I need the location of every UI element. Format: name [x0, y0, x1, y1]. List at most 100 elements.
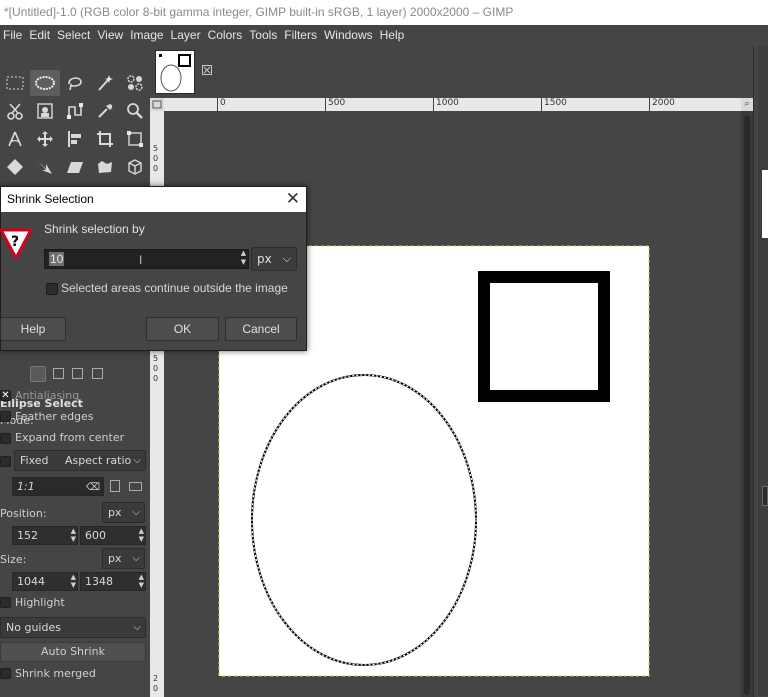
3d-transform-icon[interactable]	[120, 154, 150, 180]
expand-from-center-label: Expand from center	[15, 431, 125, 444]
dock-control[interactable]	[762, 486, 768, 506]
ruler-tick-label: 1000	[433, 98, 459, 111]
image-thumbnail[interactable]	[155, 50, 195, 94]
svg-text:2: 2	[153, 674, 158, 683]
antialiasing-checkbox[interactable]: ✕	[0, 390, 11, 401]
cancel-button[interactable]: Cancel	[225, 317, 297, 341]
close-tab-icon[interactable]	[202, 65, 212, 75]
size-label: Size:	[0, 553, 27, 566]
mode-replace-icon[interactable]	[30, 366, 46, 382]
position-x-field[interactable]: 152 ▲ ▼	[12, 526, 78, 545]
auto-shrink-button[interactable]: Auto Shrink	[0, 642, 146, 662]
rect-select-tool-icon[interactable]	[0, 70, 30, 96]
spin-arrows-icon[interactable]: ▲ ▼	[71, 527, 76, 543]
window-title: *[Untitled]-1.0 (RGB color 8-bit gamma i…	[0, 0, 768, 25]
spin-arrows-icon[interactable]: ▲ ▼	[238, 249, 249, 269]
fixed-checkbox[interactable]	[0, 456, 11, 467]
measure-tool-icon[interactable]	[0, 126, 30, 152]
size-w-value: 1044	[17, 575, 45, 588]
crop-tool-icon[interactable]	[90, 126, 120, 152]
tool-row-2	[0, 98, 150, 124]
fixed-mode-combo[interactable]: Fixed Aspect ratio ⌵	[14, 450, 146, 471]
scrollbar-thumb[interactable]	[744, 115, 750, 695]
warp-transform-icon[interactable]	[0, 154, 30, 180]
menu-colors[interactable]: Colors	[205, 25, 247, 46]
position-unit-combo[interactable]: px ⌵	[102, 502, 145, 523]
shrink-merged-label: Shrink merged	[15, 667, 96, 680]
spin-arrows-icon[interactable]: ▲ ▼	[139, 527, 144, 543]
move-tool-icon[interactable]	[30, 126, 60, 152]
menu-image[interactable]: Image	[127, 25, 167, 46]
dock-panel	[758, 46, 768, 696]
menu-layer[interactable]: Layer	[168, 25, 205, 46]
chevron-down-icon: ⌵	[132, 507, 140, 518]
fixed-mode-value: Aspect ratio	[65, 454, 132, 467]
menu-tools[interactable]: Tools	[246, 25, 281, 46]
menu-select[interactable]: Select	[54, 25, 94, 46]
ruler-tick-label: 1500	[541, 98, 567, 111]
size-w-field[interactable]: 1044 ▲ ▼	[12, 572, 78, 591]
size-unit-combo[interactable]: px ⌵	[102, 548, 145, 569]
zoom-tool-icon[interactable]	[120, 98, 150, 124]
chevron-down-icon: ⌵	[282, 252, 291, 265]
outside-image-checkbox[interactable]	[46, 283, 58, 295]
paths-tool-icon[interactable]	[60, 98, 90, 124]
fuzzy-select-tool-icon[interactable]	[90, 70, 120, 96]
position-x-value: 152	[17, 529, 38, 542]
close-icon[interactable]: ✕	[286, 187, 300, 211]
mode-intersect-icon[interactable]	[92, 368, 103, 379]
shrink-merged-checkbox[interactable]	[0, 668, 11, 679]
cage-transform-icon[interactable]	[90, 154, 120, 180]
svg-text:?: ?	[11, 234, 19, 250]
spin-arrows-icon[interactable]: ▲ ▼	[139, 573, 144, 589]
landscape-icon[interactable]	[129, 482, 142, 491]
position-y-field[interactable]: 600 ▲ ▼	[80, 526, 146, 545]
ok-button[interactable]: OK	[146, 317, 219, 341]
ratio-field[interactable]: 1:1 ⌫	[12, 477, 104, 496]
menu-edit[interactable]: Edit	[26, 25, 54, 46]
expand-from-center-checkbox[interactable]	[0, 433, 11, 444]
menu-filters[interactable]: Filters	[281, 25, 321, 46]
svg-text:0: 0	[153, 164, 158, 173]
menu-bar: File Edit Select View Image Layer Colors…	[0, 25, 768, 46]
guides-combo[interactable]: No guides ⌵	[0, 617, 146, 638]
color-picker-icon[interactable]	[90, 98, 120, 124]
ellipse-select-tool-icon[interactable]	[30, 70, 60, 96]
ruler-tick-label: 0	[217, 98, 226, 111]
size-h-value: 1348	[85, 575, 113, 588]
menu-windows[interactable]: Windows	[321, 25, 377, 46]
dialog-heading: Shrink selection by	[44, 222, 145, 236]
vertical-scrollbar[interactable]	[741, 111, 753, 697]
unified-transform-icon[interactable]	[120, 126, 150, 152]
size-h-field[interactable]: 1348 ▲ ▼	[80, 572, 146, 591]
spin-arrows-icon[interactable]: ▲ ▼	[71, 573, 76, 589]
toolbox: Ellipse Select Mode: ✕ Antialiasing Feat…	[0, 46, 150, 697]
help-button[interactable]: Help	[0, 317, 66, 341]
fixed-label: Fixed	[20, 454, 49, 467]
clear-icon[interactable]: ⌫	[86, 479, 100, 496]
mode-subtract-icon[interactable]	[72, 368, 83, 379]
align-tool-icon[interactable]	[60, 126, 90, 152]
shear-tool-icon[interactable]	[60, 154, 90, 180]
position-label: Position:	[0, 507, 47, 520]
ruler-corner[interactable]	[150, 98, 164, 111]
feather-edges-checkbox[interactable]	[0, 411, 11, 422]
menu-view[interactable]: View	[94, 25, 127, 46]
outside-image-label: Selected areas continue outside the imag…	[61, 281, 288, 295]
zoom-navigate-icon[interactable]: ⌕	[741, 98, 753, 111]
scissors-icon[interactable]	[0, 98, 30, 124]
highlight-checkbox[interactable]	[0, 597, 11, 608]
horizontal-ruler[interactable]: 0 500 1000 1500 2000	[164, 98, 741, 111]
menu-help[interactable]: Help	[377, 25, 409, 46]
portrait-icon[interactable]	[110, 480, 120, 492]
foreground-select-icon[interactable]	[30, 98, 60, 124]
by-color-select-tool-icon[interactable]	[120, 70, 150, 96]
flip-tool-icon[interactable]	[30, 154, 60, 180]
unit-combo[interactable]: px ⌵	[251, 247, 297, 271]
chevron-down-icon: ⌵	[133, 622, 141, 633]
free-select-tool-icon[interactable]	[60, 70, 90, 96]
shrink-amount-input[interactable]: 10 I	[44, 249, 249, 269]
menu-file[interactable]: File	[0, 25, 26, 46]
mode-add-icon[interactable]	[53, 368, 64, 379]
shrink-amount-value: 10	[49, 252, 65, 266]
